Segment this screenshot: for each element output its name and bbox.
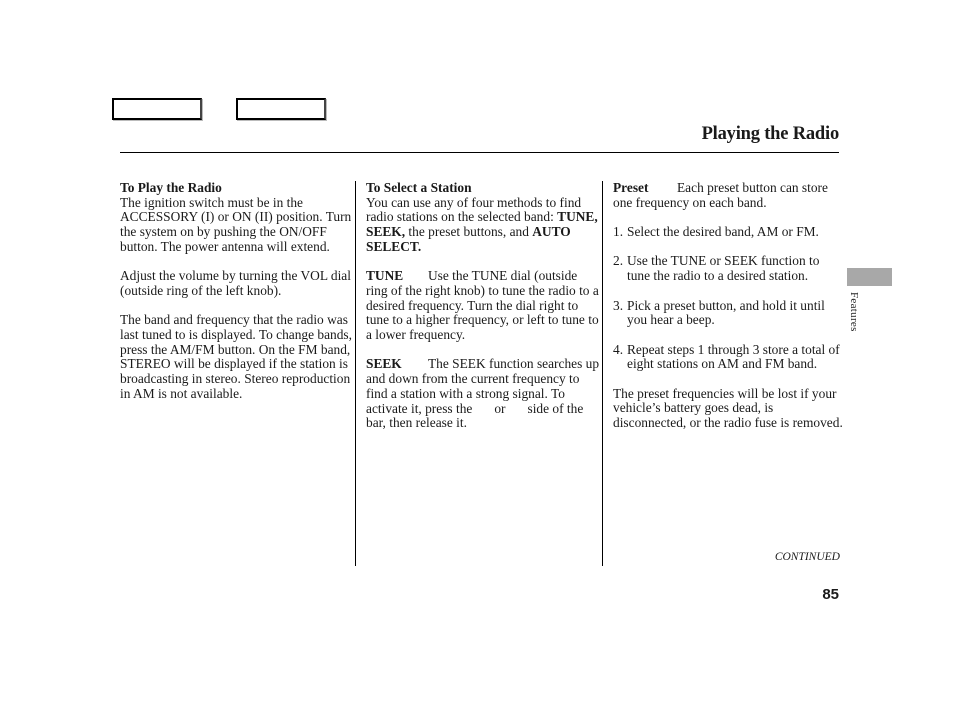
paragraph: Adjust the volume by turning the VOL dia…	[120, 268, 351, 298]
step-text: Repeat steps 1 through 3 store a total o…	[627, 341, 840, 372]
page-number: 85	[822, 586, 839, 603]
list-item: 1. Select the desired band, AM or FM.	[613, 224, 843, 240]
step-text: Use the TUNE or SEEK function to tune th…	[627, 253, 820, 284]
step-number: 3.	[613, 297, 624, 313]
paragraph: You can use any of four methods to find …	[366, 194, 600, 255]
column-divider	[355, 181, 356, 566]
tune-label: TUNE	[366, 268, 404, 284]
section-heading: To Play the Radio	[120, 180, 222, 195]
preset-note: The preset frequencies will be lost if y…	[613, 385, 843, 431]
list-item: 2. Use the TUNE or SEEK function to tune …	[613, 253, 843, 284]
step-number: 1.	[613, 224, 624, 240]
step-number: 4.	[613, 341, 624, 357]
step-number: 2.	[613, 253, 624, 269]
column-play-radio: To Play the Radio The ignition switch mu…	[120, 180, 352, 416]
column-divider	[602, 181, 603, 566]
seek-text: or	[494, 400, 506, 416]
preset-label: Preset	[613, 180, 649, 195]
text: You can use any of four methods to find …	[366, 194, 582, 225]
continued-label: CONTINUED	[774, 551, 840, 563]
page-title: Playing the Radio	[701, 124, 840, 144]
next-page-button[interactable]	[236, 98, 326, 120]
tune-paragraph: TUNE Use the TUNE dial (outside ring of t…	[366, 268, 600, 343]
seek-paragraph: SEEK The SEEK function searches up and do…	[366, 357, 600, 431]
step-text: Pick a preset button, and hold it until …	[627, 297, 825, 328]
list-item: 4. Repeat steps 1 through 3 store a total…	[613, 341, 843, 372]
list-item: 3. Pick a preset button, and hold it unti…	[613, 297, 843, 328]
step-text: Select the desired band, AM or FM.	[627, 224, 819, 240]
column-preset: Preset Each preset button can store one f…	[613, 180, 843, 446]
title-rule	[120, 152, 839, 153]
text: the preset buttons, and	[405, 224, 533, 240]
section-tab-label: Features	[848, 292, 860, 332]
paragraph: The ignition switch must be in the ACCES…	[120, 194, 352, 254]
column-select-station: To Select a Station You can use any of f…	[366, 180, 600, 446]
seek-label: SEEK	[366, 356, 402, 372]
paragraph: The band and frequency that the radio wa…	[120, 312, 352, 401]
preset-intro: Preset Each preset button can store one f…	[613, 180, 843, 210]
section-tab[interactable]	[847, 268, 892, 286]
section-heading: To Select a Station	[366, 180, 472, 195]
previous-page-button[interactable]	[112, 98, 202, 120]
